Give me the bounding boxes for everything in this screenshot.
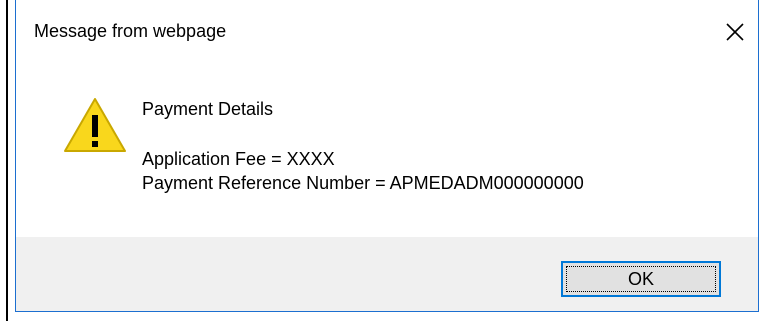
dialog-content: Payment Details Application Fee = XXXX P… (16, 62, 758, 237)
dialog-footer: OK (16, 237, 758, 311)
background-page-edge (0, 0, 8, 321)
ok-button[interactable]: OK (561, 261, 721, 297)
application-fee-text: Application Fee = XXXX (142, 149, 335, 169)
message-heading: Payment Details (142, 99, 274, 119)
close-button[interactable] (712, 10, 758, 54)
dialog-titlebar: Message from webpage (16, 0, 758, 62)
dialog-title: Message from webpage (34, 21, 227, 41)
message-dialog: Message from webpage Payment Details App… (15, 0, 759, 312)
warning-icon (64, 98, 126, 152)
close-icon (726, 23, 744, 41)
payment-reference-text: Payment Reference Number = APMEDADM00000… (142, 173, 584, 193)
